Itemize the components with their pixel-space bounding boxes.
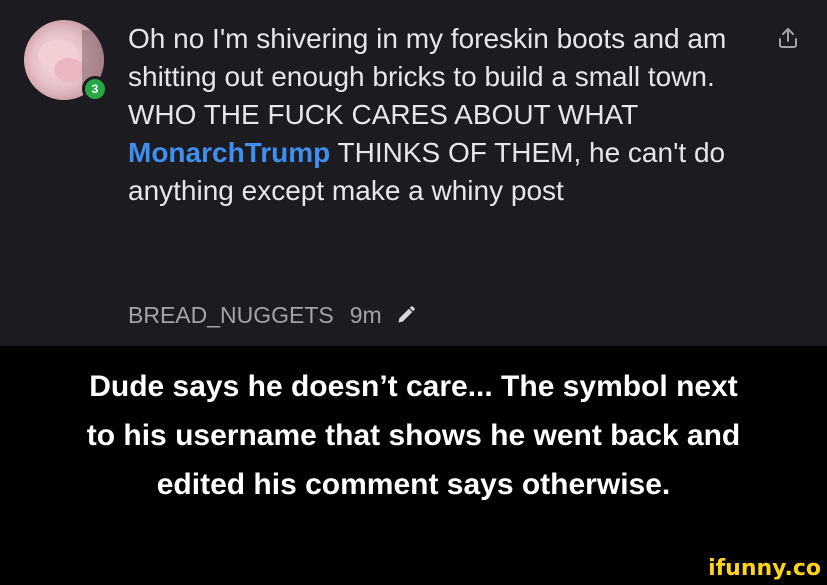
share-icon[interactable]	[776, 26, 800, 50]
user-mention-link[interactable]: MonarchTrump	[128, 137, 330, 168]
caption-line: to his username that shows he went back …	[86, 419, 741, 452]
comment-text: Oh no I'm shivering in my foreskin boots…	[128, 20, 738, 210]
comment-meta: BREAD_NUGGETS 9m	[128, 300, 416, 330]
ifunny-watermark: ifunny.co	[708, 556, 821, 581]
comment-timestamp: 9m	[349, 302, 382, 328]
karma-badge: 3	[82, 76, 108, 102]
pencil-icon	[398, 306, 415, 323]
comment-text-part: Oh no I'm shivering in my foreskin boots…	[128, 23, 727, 130]
caption-line: Dude says he doesn’t care... The symbol …	[89, 370, 738, 403]
meme-caption: Dude says he doesn’t care... The symbol …	[0, 362, 827, 509]
avatar-image-detail	[54, 58, 84, 82]
caption-line: edited his comment says otherwise.	[156, 468, 671, 501]
comment-panel: 3 Oh no I'm shivering in my foreskin boo…	[0, 0, 827, 346]
karma-badge-count: 3	[85, 79, 105, 99]
comment-username[interactable]: BREAD_NUGGETS	[128, 300, 334, 330]
